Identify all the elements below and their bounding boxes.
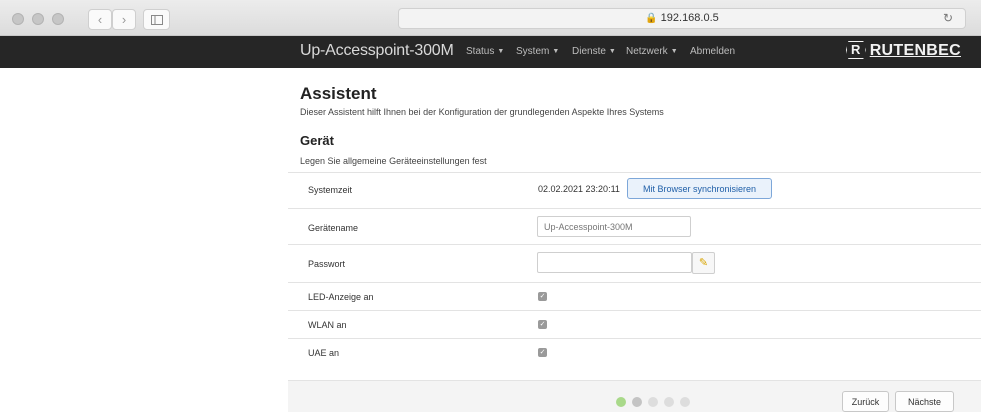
sync-browser-button[interactable]: Mit Browser synchronisieren <box>627 178 772 199</box>
reload-icon[interactable]: ↻ <box>943 9 953 28</box>
step-dot-5 <box>680 397 690 407</box>
back-button[interactable]: ‹ <box>88 9 112 30</box>
sidebar-icon <box>150 15 163 25</box>
caret-down-icon: ▼ <box>670 48 678 55</box>
zoom-window-icon[interactable] <box>52 13 64 25</box>
menu-dienste[interactable]: Dienste ▼ <box>572 46 616 57</box>
device-name-label: Gerätename <box>308 223 359 233</box>
step-dot-2 <box>632 397 642 407</box>
page-title: Assistent <box>300 84 377 103</box>
lock-icon: 🔒 <box>645 13 658 24</box>
key-icon[interactable]: ✎ <box>692 252 715 274</box>
uae-label: UAE an <box>308 348 340 358</box>
menu-status[interactable]: Status ▼ <box>466 46 504 57</box>
address-text: 192.168.0.5 <box>660 12 719 24</box>
next-step-button[interactable]: Nächste <box>895 391 954 412</box>
back-step-button[interactable]: Zurück <box>842 391 889 412</box>
menu-abmelden[interactable]: Abmelden <box>690 46 735 57</box>
device-name-input[interactable] <box>537 216 691 237</box>
page-subtitle: Dieser Assistent hilft Ihnen bei der Kon… <box>300 107 664 117</box>
browser-titlebar: ‹ › 🔒 192.168.0.5 ↻ <box>0 0 981 36</box>
wlan-checkbox[interactable]: ✓ <box>538 320 547 329</box>
wlan-label: WLAN an <box>308 320 347 330</box>
sidebar-toggle-button[interactable] <box>143 9 170 30</box>
menu-system[interactable]: System ▼ <box>516 46 559 57</box>
rutenbeck-logo: R RUTENBEC <box>846 41 961 60</box>
form-row-uae: UAE an <box>288 338 981 366</box>
led-checkbox[interactable]: ✓ <box>538 292 547 301</box>
caret-down-icon: ▼ <box>608 48 616 55</box>
form-row-led: LED-Anzeige an <box>288 282 981 310</box>
step-dot-3 <box>648 397 658 407</box>
section-title: Gerät <box>300 133 334 148</box>
caret-down-icon: ▼ <box>552 48 560 55</box>
logo-mark: R <box>846 41 866 59</box>
step-dot-1 <box>616 397 626 407</box>
menu-netzwerk[interactable]: Netzwerk ▼ <box>626 46 678 57</box>
close-window-icon[interactable] <box>12 13 24 25</box>
uae-checkbox[interactable]: ✓ <box>538 348 547 357</box>
password-input[interactable] <box>537 252 692 273</box>
led-label: LED-Anzeige an <box>308 292 374 302</box>
brand-title[interactable]: Up-Accesspoint-300M <box>300 42 454 60</box>
section-subtitle: Legen Sie allgemeine Geräteeinstellungen… <box>300 156 487 166</box>
minimize-window-icon[interactable] <box>32 13 44 25</box>
menu-system-label: System <box>516 46 550 57</box>
caret-down-icon: ▼ <box>497 48 505 55</box>
address-bar[interactable]: 🔒 192.168.0.5 ↻ <box>398 8 966 29</box>
menu-dienste-label: Dienste <box>572 46 606 57</box>
top-navbar: Up-Accesspoint-300M Status ▼ System ▼ Dien… <box>0 36 981 68</box>
password-label: Passwort <box>308 259 346 269</box>
form-row-wlan: WLAN an <box>288 310 981 338</box>
system-time-label: Systemzeit <box>308 185 353 195</box>
step-dot-4 <box>664 397 674 407</box>
menu-status-label: Status <box>466 46 495 57</box>
forward-button[interactable]: › <box>112 9 136 30</box>
system-time-value: 02.02.2021 23:20:11 <box>538 184 620 194</box>
menu-netzwerk-label: Netzwerk <box>626 46 668 57</box>
logo-text: RUTENBEC <box>869 42 961 59</box>
